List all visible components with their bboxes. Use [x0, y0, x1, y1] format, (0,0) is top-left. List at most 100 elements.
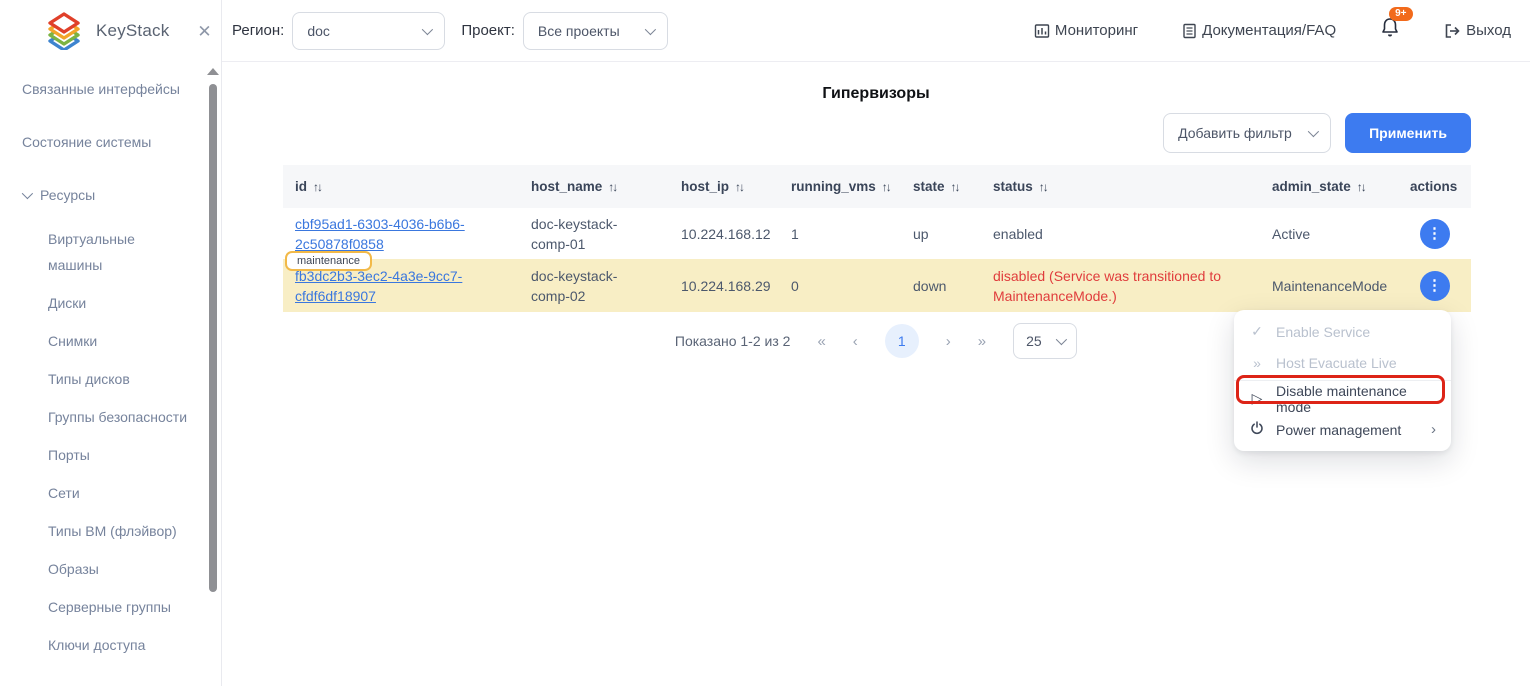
topbar-actions: Мониторинг Документация/FAQ 9+ Выход: [1034, 17, 1511, 44]
filter-bar: Добавить фильтр Применить: [1163, 113, 1471, 153]
sidebar-nav: Связанные интерфейсы Состояние системы Р…: [0, 62, 221, 658]
menu-item-host-evacuate-live[interactable]: » Host Evacuate Live: [1234, 347, 1451, 378]
sort-icon[interactable]: ↑↓: [735, 180, 743, 194]
cell-host-ip: 10.224.168.29: [669, 276, 779, 296]
column-label: admin_state: [1272, 179, 1351, 194]
chevron-down-icon: [422, 23, 433, 34]
sidebar-scrollbar[interactable]: [209, 84, 217, 592]
cell-admin-state: MaintenanceMode: [1260, 276, 1398, 296]
column-header-running-vms[interactable]: running_vms ↑↓: [779, 179, 901, 194]
hypervisor-id-link[interactable]: cbf95ad1-6303-4036-b6b6-2c50878f0858: [295, 216, 465, 252]
documentation-link[interactable]: Документация/FAQ: [1182, 22, 1336, 39]
brand-name: KeyStack: [96, 21, 169, 41]
sort-icon[interactable]: ↑↓: [313, 180, 321, 194]
hypervisor-id-link[interactable]: fb3dc2b3-3ec2-4a3e-9cc7-cfdf6df18907: [295, 268, 462, 304]
sidebar-item-server-groups[interactable]: Серверные группы: [48, 594, 188, 620]
page-title: Гипервизоры: [222, 85, 1530, 103]
sidebar-group-label: Ресурсы: [40, 182, 95, 208]
submenu-chevron-icon: ›: [1431, 421, 1436, 438]
logout-button[interactable]: Выход: [1444, 22, 1511, 39]
project-label: Проект:: [461, 22, 515, 39]
page-size-value: 25: [1026, 333, 1042, 349]
sidebar-item-ports[interactable]: Порты: [48, 442, 188, 468]
menu-item-label: Enable Service: [1276, 324, 1370, 340]
monitoring-link[interactable]: Мониторинг: [1034, 22, 1138, 39]
current-page-button[interactable]: 1: [885, 324, 919, 358]
sidebar-item-images[interactable]: Образы: [48, 556, 188, 582]
column-header-status[interactable]: status ↑↓: [981, 179, 1260, 194]
column-header-actions: actions: [1398, 179, 1471, 194]
next-page-button[interactable]: ›: [946, 333, 951, 350]
column-header-host-ip[interactable]: host_ip↑↓: [669, 179, 779, 194]
cell-admin-state: Active: [1260, 224, 1398, 244]
sidebar: KeyStack ✕ Связанные интерфейсы Состояни…: [0, 0, 222, 686]
menu-item-enable-service[interactable]: ✓ Enable Service: [1234, 316, 1451, 347]
column-label: running_vms: [791, 179, 876, 194]
first-page-button[interactable]: «: [817, 333, 825, 350]
cell-running-vms: 1: [779, 224, 901, 244]
column-label: status: [993, 179, 1033, 194]
keystack-logo-icon: [46, 12, 82, 50]
hypervisors-table: id ↑↓ host_name↑↓ host_ip↑↓ running_vms ↑↓…: [283, 165, 1471, 312]
sidebar-item-networks[interactable]: Сети: [48, 480, 188, 506]
table-row: cbf95ad1-6303-4036-b6b6-2c50878f0858 doc…: [283, 208, 1471, 259]
sidebar-item-access-keys[interactable]: Ключи доступа: [48, 632, 188, 658]
sort-icon[interactable]: ↑↓: [1039, 180, 1047, 194]
sort-icon[interactable]: ↑↓: [1357, 180, 1365, 194]
logout-label: Выход: [1466, 22, 1511, 39]
sidebar-item-related-interfaces[interactable]: Связанные интерфейсы: [22, 76, 221, 102]
topbar: Регион: doc Проект: Все проекты Монитори…: [222, 0, 1530, 62]
cell-running-vms: 0: [779, 276, 901, 296]
chevron-down-icon: [1056, 334, 1067, 345]
column-label: state: [913, 179, 945, 194]
double-chevron-right-icon: »: [1249, 355, 1265, 371]
column-header-id[interactable]: id ↑↓: [283, 179, 519, 194]
last-page-button[interactable]: »: [978, 333, 986, 350]
cell-host-name: doc-keystack-comp-01: [519, 214, 669, 254]
add-filter-select[interactable]: Добавить фильтр: [1163, 113, 1331, 153]
prev-page-button[interactable]: ‹: [853, 333, 858, 350]
menu-item-disable-maintenance-mode[interactable]: ▷ Disable maintenance mode: [1234, 383, 1451, 414]
add-filter-value: Добавить фильтр: [1178, 125, 1292, 141]
sidebar-item-security-groups[interactable]: Группы безопасности: [48, 404, 188, 430]
page-size-select[interactable]: 25: [1013, 323, 1077, 359]
column-header-state[interactable]: state ↑↓: [901, 179, 981, 194]
sidebar-resources-children: Виртуальные машины Диски Снимки Типы дис…: [22, 226, 221, 658]
sidebar-item-system-state[interactable]: Состояние системы: [22, 129, 221, 155]
notifications-button[interactable]: 9+: [1380, 17, 1400, 44]
column-header-host-name[interactable]: host_name↑↓: [519, 179, 669, 194]
cell-host-ip: 10.224.168.12: [669, 224, 779, 244]
sidebar-item-snapshots[interactable]: Снимки: [48, 328, 188, 354]
sidebar-group-resources[interactable]: Ресурсы: [22, 182, 221, 208]
sidebar-close-icon[interactable]: ✕: [197, 23, 211, 40]
sort-icon[interactable]: ↑↓: [951, 180, 959, 194]
region-select[interactable]: doc: [292, 12, 445, 50]
sidebar-item-disks[interactable]: Диски: [48, 290, 188, 316]
sidebar-item-disk-types[interactable]: Типы дисков: [48, 366, 188, 392]
column-label: actions: [1410, 179, 1457, 194]
power-icon: [1249, 421, 1265, 438]
cell-state: down: [901, 276, 981, 296]
column-label: id: [295, 179, 307, 194]
project-select[interactable]: Все проекты: [523, 12, 668, 50]
documentation-label: Документация/FAQ: [1202, 22, 1336, 39]
chevron-down-icon: [645, 23, 656, 34]
menu-item-label: Power management: [1276, 422, 1401, 438]
sort-icon[interactable]: ↑↓: [608, 180, 616, 194]
apply-button[interactable]: Применить: [1345, 113, 1471, 153]
region-label: Регион:: [232, 22, 284, 39]
scrollbar-up-arrow[interactable]: [207, 68, 219, 75]
row-actions-button[interactable]: ⋮: [1420, 271, 1450, 301]
notifications-badge: 9+: [1389, 7, 1412, 21]
sidebar-item-vm-types[interactable]: Типы ВМ (флэйвор): [48, 518, 188, 544]
menu-item-label: Disable maintenance mode: [1276, 383, 1436, 415]
menu-item-power-management[interactable]: Power management ›: [1234, 414, 1451, 445]
pagination-summary: Показано 1-2 из 2: [675, 333, 791, 349]
row-actions-button[interactable]: ⋮: [1420, 219, 1450, 249]
sidebar-item-virtual-machines[interactable]: Виртуальные машины: [48, 226, 188, 278]
maintenance-badge: maintenance: [285, 251, 372, 271]
sort-icon[interactable]: ↑↓: [882, 180, 890, 194]
column-header-admin-state[interactable]: admin_state ↑↓: [1260, 179, 1398, 194]
project-select-value: Все проекты: [538, 23, 620, 39]
app-root: KeyStack ✕ Связанные интерфейсы Состояни…: [0, 0, 1530, 686]
